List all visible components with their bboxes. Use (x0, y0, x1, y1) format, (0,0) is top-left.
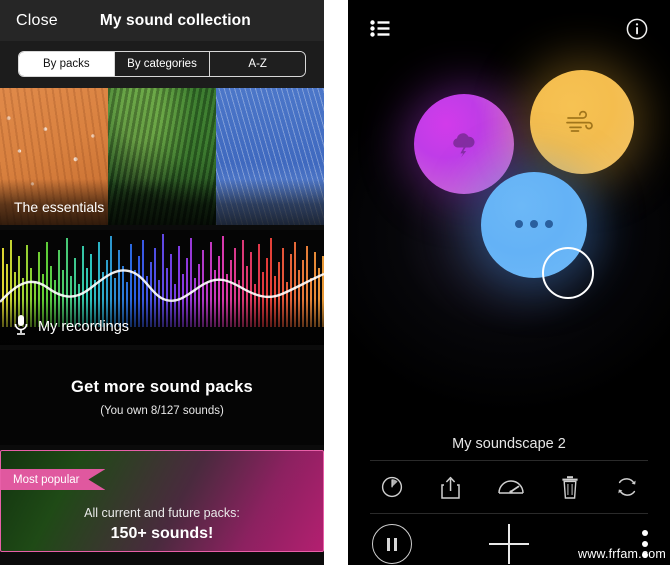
tab-by-packs[interactable]: By packs (19, 52, 115, 76)
get-more-subtitle: (You own 8/127 sounds) (100, 405, 224, 417)
get-more-title: Get more sound packs (71, 378, 253, 396)
promo-line-2: 150+ sounds! (110, 525, 214, 542)
promo-line-1: All current and future packs: (84, 506, 240, 520)
sound-bubble-thunderstorm[interactable] (414, 94, 514, 194)
empty-slot-ring[interactable] (542, 247, 594, 299)
refresh-loop-icon[interactable] (615, 475, 639, 499)
pause-button[interactable] (372, 524, 412, 564)
microphone-icon (14, 315, 28, 335)
timer-icon[interactable] (380, 475, 404, 499)
panel-divider (324, 0, 348, 565)
tool-icon-row (348, 461, 670, 513)
add-sound-button[interactable] (487, 522, 531, 565)
most-popular-ribbon: Most popular (1, 469, 106, 490)
sound-bubble-wind[interactable] (530, 70, 634, 174)
essentials-caption: The essentials (0, 179, 324, 225)
left-phone-screen: Close My sound collection By packs By ca… (0, 0, 324, 565)
trash-icon[interactable] (560, 475, 580, 500)
segmented-control-wrap: By packs By categories A-Z (0, 41, 324, 88)
speedometer-icon[interactable] (497, 476, 525, 498)
soundscape-canvas[interactable] (348, 56, 670, 428)
watermark: www.frfam.com (577, 547, 666, 561)
sound-pack-card-recordings[interactable]: My recordings (0, 230, 324, 345)
recordings-caption: My recordings (0, 299, 324, 345)
three-dots-icon (515, 220, 553, 228)
tab-by-categories[interactable]: By categories (114, 52, 211, 76)
sound-pack-card-essentials[interactable]: The essentials (0, 88, 324, 225)
ribbon-label: Most popular (13, 473, 80, 486)
essentials-label: The essentials (14, 199, 105, 215)
soundscape-name[interactable]: My soundscape 2 (348, 428, 670, 460)
close-button[interactable]: Close (16, 12, 58, 30)
right-top-bar (348, 0, 670, 56)
thunderstorm-cloud-icon (453, 133, 475, 158)
page-title: My sound collection (99, 11, 251, 29)
promo-card[interactable]: Most popular All current and future pack… (0, 450, 324, 552)
wind-icon (566, 110, 593, 132)
left-header-bar: Close My sound collection (0, 0, 324, 41)
recordings-label: My recordings (38, 319, 130, 335)
info-circle-icon[interactable] (626, 18, 648, 40)
tab-a-z[interactable]: A-Z (210, 52, 305, 76)
screenshot-root: Close My sound collection By packs By ca… (0, 0, 670, 565)
list-menu-icon[interactable] (370, 20, 390, 37)
get-more-sound-packs-button[interactable]: Get more sound packs (You own 8/127 soun… (0, 350, 324, 445)
segmented-control[interactable]: By packs By categories A-Z (18, 51, 306, 77)
right-phone-screen: My soundscape 2 www.frfam.com (348, 0, 670, 565)
share-icon[interactable] (439, 475, 462, 500)
